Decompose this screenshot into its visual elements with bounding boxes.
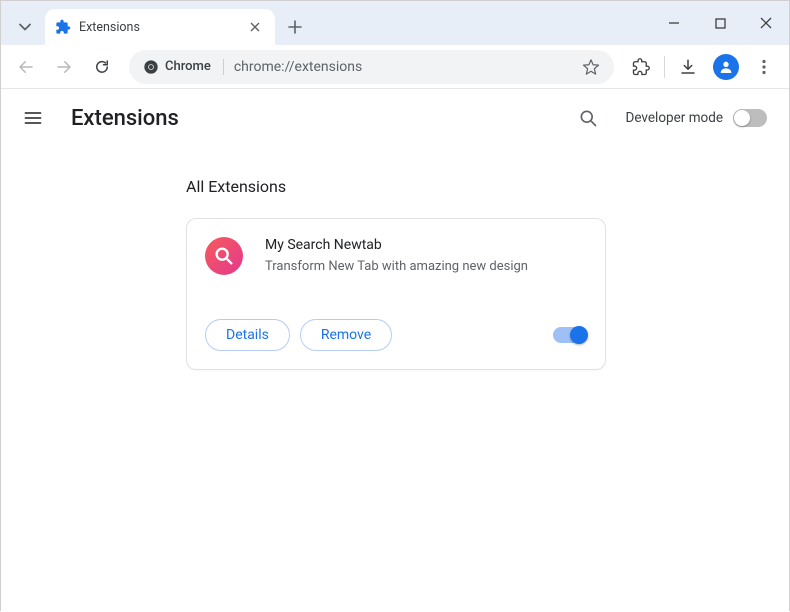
minimize-icon xyxy=(668,17,680,29)
browser-titlebar: Extensions xyxy=(1,1,789,45)
extension-enable-toggle[interactable] xyxy=(553,327,587,343)
nav-forward-button[interactable] xyxy=(47,50,81,84)
chrome-menu-button[interactable] xyxy=(747,50,781,84)
extension-card-top: My Search Newtab Transform New Tab with … xyxy=(205,237,587,275)
extensions-page: Extensions Developer mode All Extensions… xyxy=(1,89,789,612)
toggle-knob xyxy=(570,326,588,344)
tab-strip: Extensions xyxy=(1,1,305,45)
extension-card-bottom: Details Remove xyxy=(205,319,587,351)
page-content: All Extensions My Search Newtab Transfor… xyxy=(1,147,789,370)
omnibox-site-chip[interactable]: Chrome xyxy=(143,59,224,75)
arrow-right-icon xyxy=(55,58,73,76)
avatar-icon xyxy=(713,54,739,80)
window-close-button[interactable] xyxy=(743,1,789,45)
developer-mode-control: Developer mode xyxy=(626,109,768,127)
search-icon xyxy=(578,108,598,128)
search-extensions-button[interactable] xyxy=(568,98,608,138)
downloads-button[interactable] xyxy=(671,50,705,84)
extension-description: Transform New Tab with amazing new desig… xyxy=(265,259,528,274)
profile-button[interactable] xyxy=(709,50,743,84)
browser-toolbar: Chrome chrome://extensions xyxy=(1,45,789,89)
toggle-knob xyxy=(734,110,750,126)
magnifier-icon xyxy=(213,245,235,267)
details-button[interactable]: Details xyxy=(205,319,290,351)
hamburger-icon xyxy=(23,108,43,128)
omnibox-chip-label: Chrome xyxy=(165,59,211,74)
download-icon xyxy=(679,58,697,76)
remove-button[interactable]: Remove xyxy=(300,319,392,351)
toolbar-separator xyxy=(664,56,665,78)
extensions-button[interactable] xyxy=(624,50,658,84)
tab-title: Extensions xyxy=(79,20,237,35)
window-controls xyxy=(651,1,789,45)
new-tab-button[interactable] xyxy=(285,17,305,37)
developer-mode-toggle[interactable] xyxy=(733,109,767,127)
section-title: All Extensions xyxy=(186,177,789,196)
maximize-icon xyxy=(715,18,726,29)
browser-tab-active[interactable]: Extensions xyxy=(45,9,275,45)
extension-info: My Search Newtab Transform New Tab with … xyxy=(265,237,528,275)
extension-card: My Search Newtab Transform New Tab with … xyxy=(186,218,606,370)
arrow-left-icon xyxy=(17,58,35,76)
developer-mode-label: Developer mode xyxy=(626,110,724,126)
nav-back-button[interactable] xyxy=(9,50,43,84)
chevron-down-icon xyxy=(19,21,31,33)
close-icon xyxy=(250,22,260,32)
close-icon xyxy=(760,17,772,29)
omnibox[interactable]: Chrome chrome://extensions xyxy=(129,50,614,84)
tab-search-dropdown[interactable] xyxy=(9,9,41,45)
page-header: Extensions Developer mode xyxy=(1,89,789,147)
page-title: Extensions xyxy=(71,106,550,131)
window-maximize-button[interactable] xyxy=(697,1,743,45)
extension-puzzle-icon xyxy=(632,58,650,76)
kebab-menu-icon xyxy=(756,59,772,75)
plus-icon xyxy=(288,20,302,34)
extension-puzzle-icon xyxy=(55,19,71,35)
extension-icon xyxy=(205,237,243,275)
main-menu-button[interactable] xyxy=(13,98,53,138)
chrome-logo-icon xyxy=(143,59,159,75)
window-minimize-button[interactable] xyxy=(651,1,697,45)
star-icon xyxy=(582,58,600,76)
reload-icon xyxy=(93,58,111,76)
tab-close-button[interactable] xyxy=(245,17,265,37)
bookmark-button[interactable] xyxy=(582,58,600,76)
nav-reload-button[interactable] xyxy=(85,50,119,84)
extension-name: My Search Newtab xyxy=(265,237,528,253)
omnibox-url: chrome://extensions xyxy=(234,59,572,75)
